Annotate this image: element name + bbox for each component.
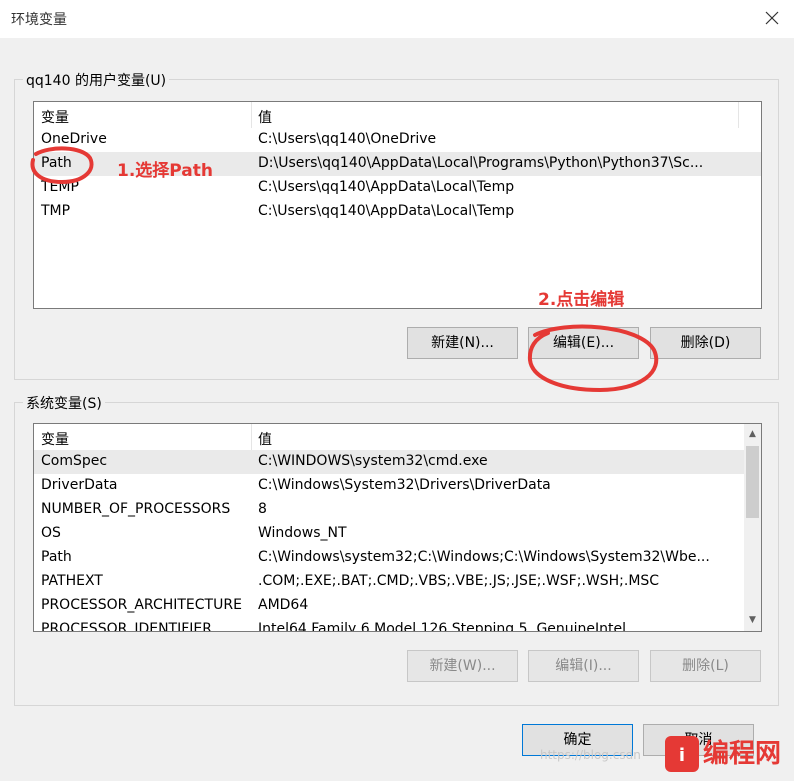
- header-value[interactable]: 值: [258, 107, 272, 127]
- system-delete-button[interactable]: 删除(L): [650, 650, 761, 682]
- var-value: C:\Users\qq140\OneDrive: [258, 131, 437, 147]
- scroll-up-icon[interactable]: ▲: [744, 426, 761, 443]
- var-name: ComSpec: [41, 453, 108, 469]
- system-var-row-os[interactable]: OS Windows_NT: [34, 522, 761, 546]
- var-name: NUMBER_OF_PROCESSORS: [41, 501, 231, 517]
- annotation-step2: 2.点击编辑: [538, 290, 625, 310]
- close-icon: [765, 11, 779, 25]
- scroll-down-icon[interactable]: ▼: [744, 612, 761, 629]
- user-vars-label: qq140 的用户变量(U): [23, 70, 170, 90]
- header-variable[interactable]: 变量: [41, 107, 69, 127]
- system-var-row-path[interactable]: Path C:\Windows\system32;C:\Windows;C:\W…: [34, 546, 761, 570]
- svg-text:i: i: [679, 745, 685, 766]
- system-vars-scrollbar[interactable]: ▲ ▼: [744, 424, 761, 631]
- title-bar: 环境变量: [0, 0, 794, 38]
- var-value: Intel64 Family 6 Model 126 Stepping 5, G…: [258, 621, 627, 632]
- user-var-row-tmp[interactable]: TMP C:\Users\qq140\AppData\Local\Temp: [34, 200, 761, 224]
- system-vars-label: 系统变量(S): [23, 393, 105, 413]
- system-new-button[interactable]: 新建(W)...: [407, 650, 518, 682]
- scroll-thumb[interactable]: [746, 446, 759, 518]
- var-value: .COM;.EXE;.BAT;.CMD;.VBS;.VBE;.JS;.JSE;.…: [258, 573, 660, 589]
- system-vars-header: 变量 值: [34, 424, 761, 450]
- user-edit-button[interactable]: 编辑(E)...: [528, 327, 639, 359]
- annotation-step1: 1.选择Path: [117, 161, 213, 181]
- var-value: D:\Users\qq140\AppData\Local\Programs\Py…: [258, 155, 704, 171]
- user-delete-button[interactable]: 删除(D): [650, 327, 761, 359]
- var-value: C:\Windows\System32\Drivers\DriverData: [258, 477, 551, 493]
- var-value: C:\Users\qq140\AppData\Local\Temp: [258, 179, 515, 195]
- var-name: OneDrive: [41, 131, 107, 147]
- system-var-row-processors[interactable]: NUMBER_OF_PROCESSORS 8: [34, 498, 761, 522]
- var-name: Path: [41, 155, 72, 171]
- var-name: OS: [41, 525, 61, 541]
- window-title: 环境变量: [11, 12, 67, 28]
- system-var-row-driverdata[interactable]: DriverData C:\Windows\System32\Drivers\D…: [34, 474, 761, 498]
- header-variable[interactable]: 变量: [41, 429, 69, 449]
- system-var-row-architecture[interactable]: PROCESSOR_ARCHITECTURE AMD64: [34, 594, 761, 618]
- user-vars-list[interactable]: 变量 值 OneDrive C:\Users\qq140\OneDrive Pa…: [33, 101, 762, 309]
- var-name: PROCESSOR_IDENTIFIER: [41, 621, 212, 632]
- var-name: PROCESSOR_ARCHITECTURE: [41, 597, 242, 613]
- system-var-row-identifier[interactable]: PROCESSOR_IDENTIFIER Intel64 Family 6 Mo…: [34, 618, 761, 632]
- system-vars-list[interactable]: 变量 值 ComSpec C:\WINDOWS\system32\cmd.exe…: [33, 423, 762, 632]
- system-edit-button[interactable]: 编辑(I)...: [528, 650, 639, 682]
- user-var-row-onedrive[interactable]: OneDrive C:\Users\qq140\OneDrive: [34, 128, 761, 152]
- var-value: 8: [258, 501, 267, 517]
- var-name: DriverData: [41, 477, 118, 493]
- var-value: Windows_NT: [258, 525, 347, 541]
- watermark: https://blog.csdn: [540, 748, 641, 762]
- system-var-row-pathext[interactable]: PATHEXT .COM;.EXE;.BAT;.CMD;.VBS;.VBE;.J…: [34, 570, 761, 594]
- var-value: C:\WINDOWS\system32\cmd.exe: [258, 453, 488, 469]
- close-button[interactable]: [760, 6, 784, 30]
- system-var-row-comspec[interactable]: ComSpec C:\WINDOWS\system32\cmd.exe: [34, 450, 761, 474]
- var-name: TMP: [41, 203, 71, 219]
- var-name: Path: [41, 549, 72, 565]
- user-vars-header: 变量 值: [34, 102, 761, 128]
- logo-text: 编程网: [703, 738, 781, 769]
- var-value: C:\Windows\system32;C:\Windows;C:\Window…: [258, 549, 710, 565]
- var-name: TEMP: [41, 179, 79, 195]
- var-value: C:\Users\qq140\AppData\Local\Temp: [258, 203, 515, 219]
- var-value: AMD64: [258, 597, 309, 613]
- header-value[interactable]: 值: [258, 429, 272, 449]
- site-logo: i 编程网: [663, 730, 794, 777]
- var-name: PATHEXT: [41, 573, 103, 589]
- user-new-button[interactable]: 新建(N)...: [407, 327, 518, 359]
